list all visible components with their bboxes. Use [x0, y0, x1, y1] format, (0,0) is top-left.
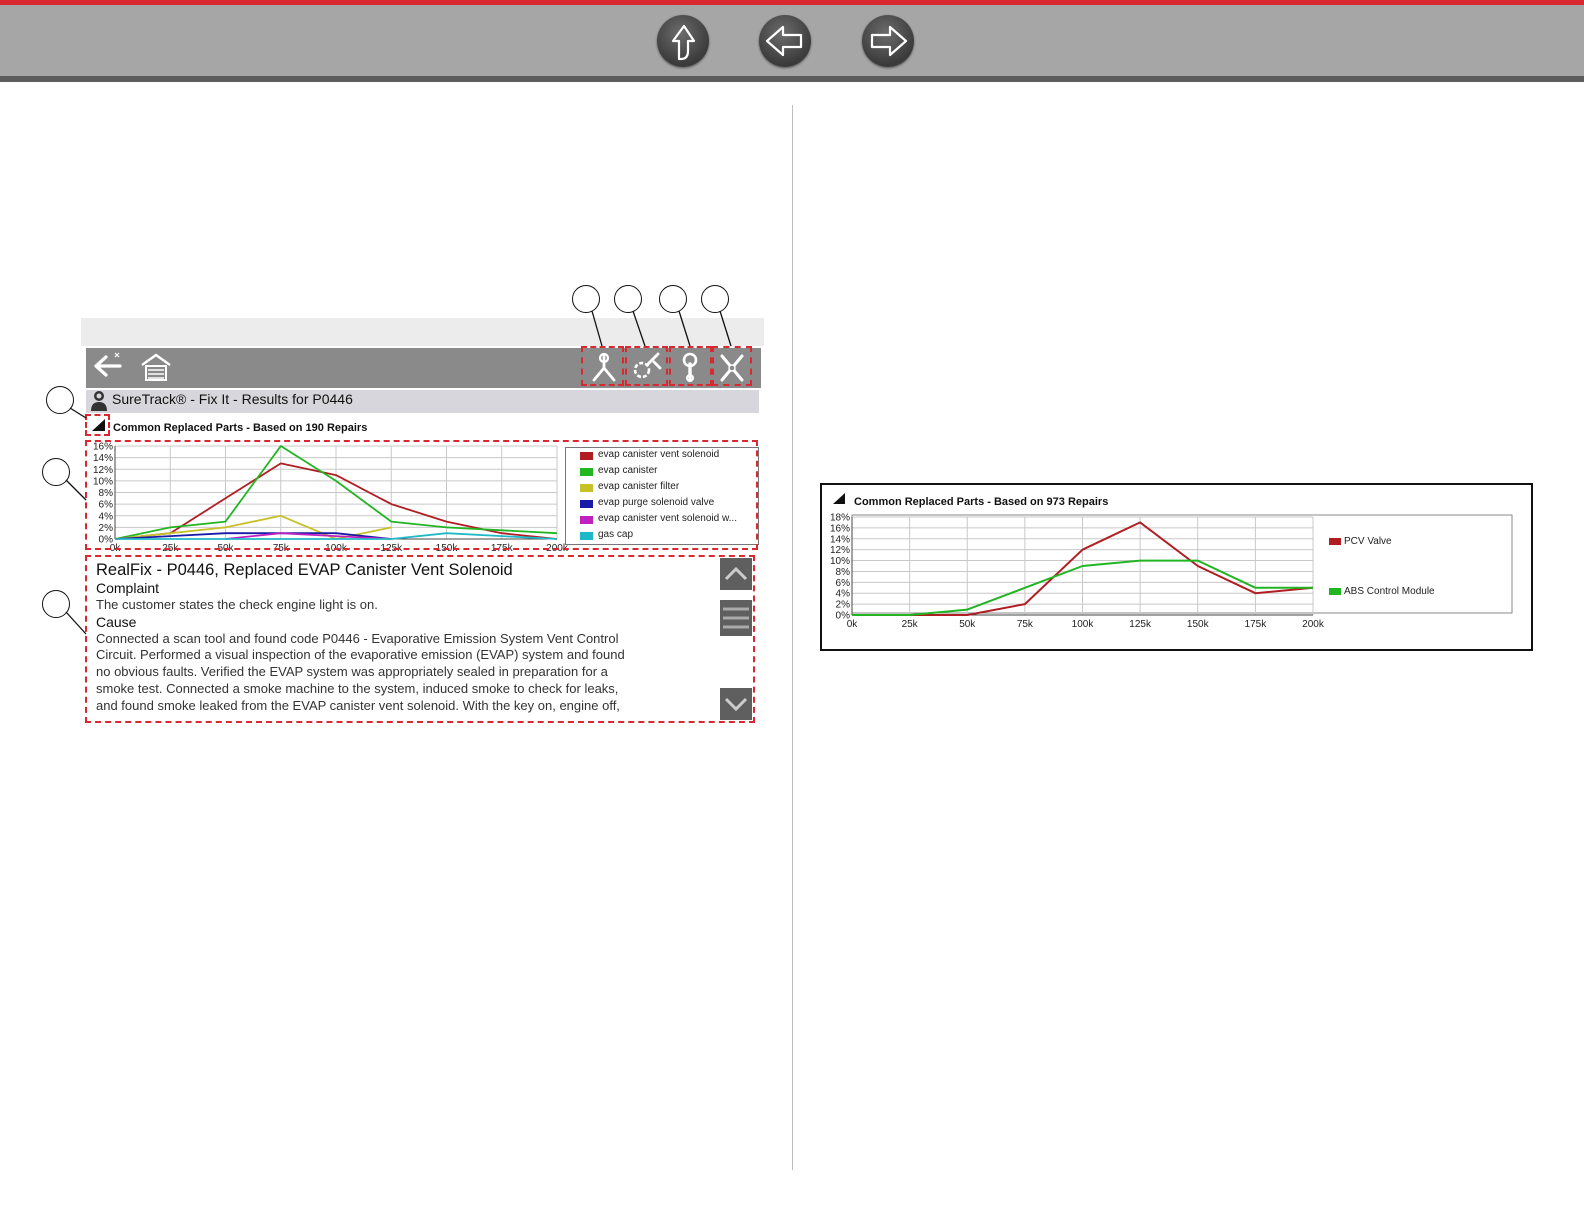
- highlight-suretrack: [581, 346, 624, 386]
- nav-forward-button[interactable]: [862, 15, 914, 67]
- right-arrow-icon: [870, 25, 908, 57]
- back-arrow-icon[interactable]: [90, 350, 130, 390]
- callout-circle: [659, 285, 687, 313]
- page-title: SureTrack® - Fix It - Results for P0446: [112, 391, 353, 407]
- column-divider: [792, 105, 793, 1170]
- highlight-realfix: [669, 346, 712, 386]
- y-tick-label: 16%: [830, 523, 850, 534]
- x-tick-label: 175k: [1245, 619, 1268, 630]
- highlight-realfix-panel: [85, 555, 755, 723]
- home-garage-icon[interactable]: [138, 350, 174, 386]
- x-tick-label: 100k: [1072, 619, 1095, 630]
- y-tick-label: 8%: [836, 567, 851, 578]
- common-parts-chart-973: Common Replaced Parts - Based on 973 Rep…: [820, 483, 1533, 651]
- y-tick-label: 6%: [836, 578, 851, 589]
- technician-icon: [91, 391, 107, 411]
- accent-line: [0, 0, 1584, 5]
- divider-line: [0, 76, 1584, 82]
- series-line: [909, 521, 1314, 616]
- highlight-collapse: [85, 414, 110, 436]
- callout-circle: [42, 590, 70, 618]
- nav-back-button[interactable]: [759, 15, 811, 67]
- legend-label: ABS Control Module: [1344, 586, 1435, 597]
- y-tick-label: 18%: [830, 513, 850, 524]
- section-title: Common Replaced Parts - Based on 190 Rep…: [113, 422, 368, 434]
- x-tick-label: 75k: [1017, 619, 1034, 630]
- legend-label: PCV Valve: [1344, 536, 1392, 547]
- x-tick-label: 50k: [959, 619, 976, 630]
- callout-circle: [701, 285, 729, 313]
- y-tick-label: 10%: [830, 556, 850, 567]
- callout-circle: [46, 386, 74, 414]
- collapse-triangle-icon: [833, 493, 845, 504]
- x-tick-label: 125k: [1129, 619, 1152, 630]
- callout-circle: [614, 285, 642, 313]
- y-tick-label: 14%: [830, 534, 850, 545]
- y-tick-label: 2%: [836, 600, 851, 611]
- chart-title: Common Replaced Parts - Based on 973 Rep…: [854, 496, 1109, 508]
- legend-item: PCV Valve: [1329, 536, 1392, 547]
- screen-title-bar: SureTrack® - Fix It - Results for P0446: [86, 390, 759, 413]
- highlight-parts: [625, 346, 668, 386]
- y-tick-label: 12%: [830, 545, 850, 556]
- left-arrow-icon: [765, 25, 803, 57]
- nav-up-button[interactable]: [657, 15, 709, 67]
- screen-top-strip: [81, 318, 764, 346]
- legend-swatch: [1329, 587, 1341, 595]
- legend-swatch: [1329, 537, 1341, 545]
- plot-frame: [851, 514, 1513, 614]
- x-tick-label: 25k: [902, 619, 919, 630]
- legend-item: ABS Control Module: [1329, 586, 1435, 597]
- callout-circle: [42, 458, 70, 486]
- y-tick-label: 4%: [836, 589, 851, 600]
- up-arrow-icon: [671, 24, 696, 61]
- callout-circle: [572, 285, 600, 313]
- line-chart: 0k 25k 50k 75k 100k 125k 150k 175k 200k0%2%4%6%8…: [830, 513, 1513, 630]
- highlight-tools: [712, 346, 752, 386]
- x-tick-label: 200k: [1302, 619, 1325, 630]
- x-tick-label: 150k: [1187, 619, 1210, 630]
- y-tick-label: 0%: [836, 611, 851, 622]
- top-navigation-bar: [0, 0, 1584, 82]
- highlight-chart: [85, 440, 758, 550]
